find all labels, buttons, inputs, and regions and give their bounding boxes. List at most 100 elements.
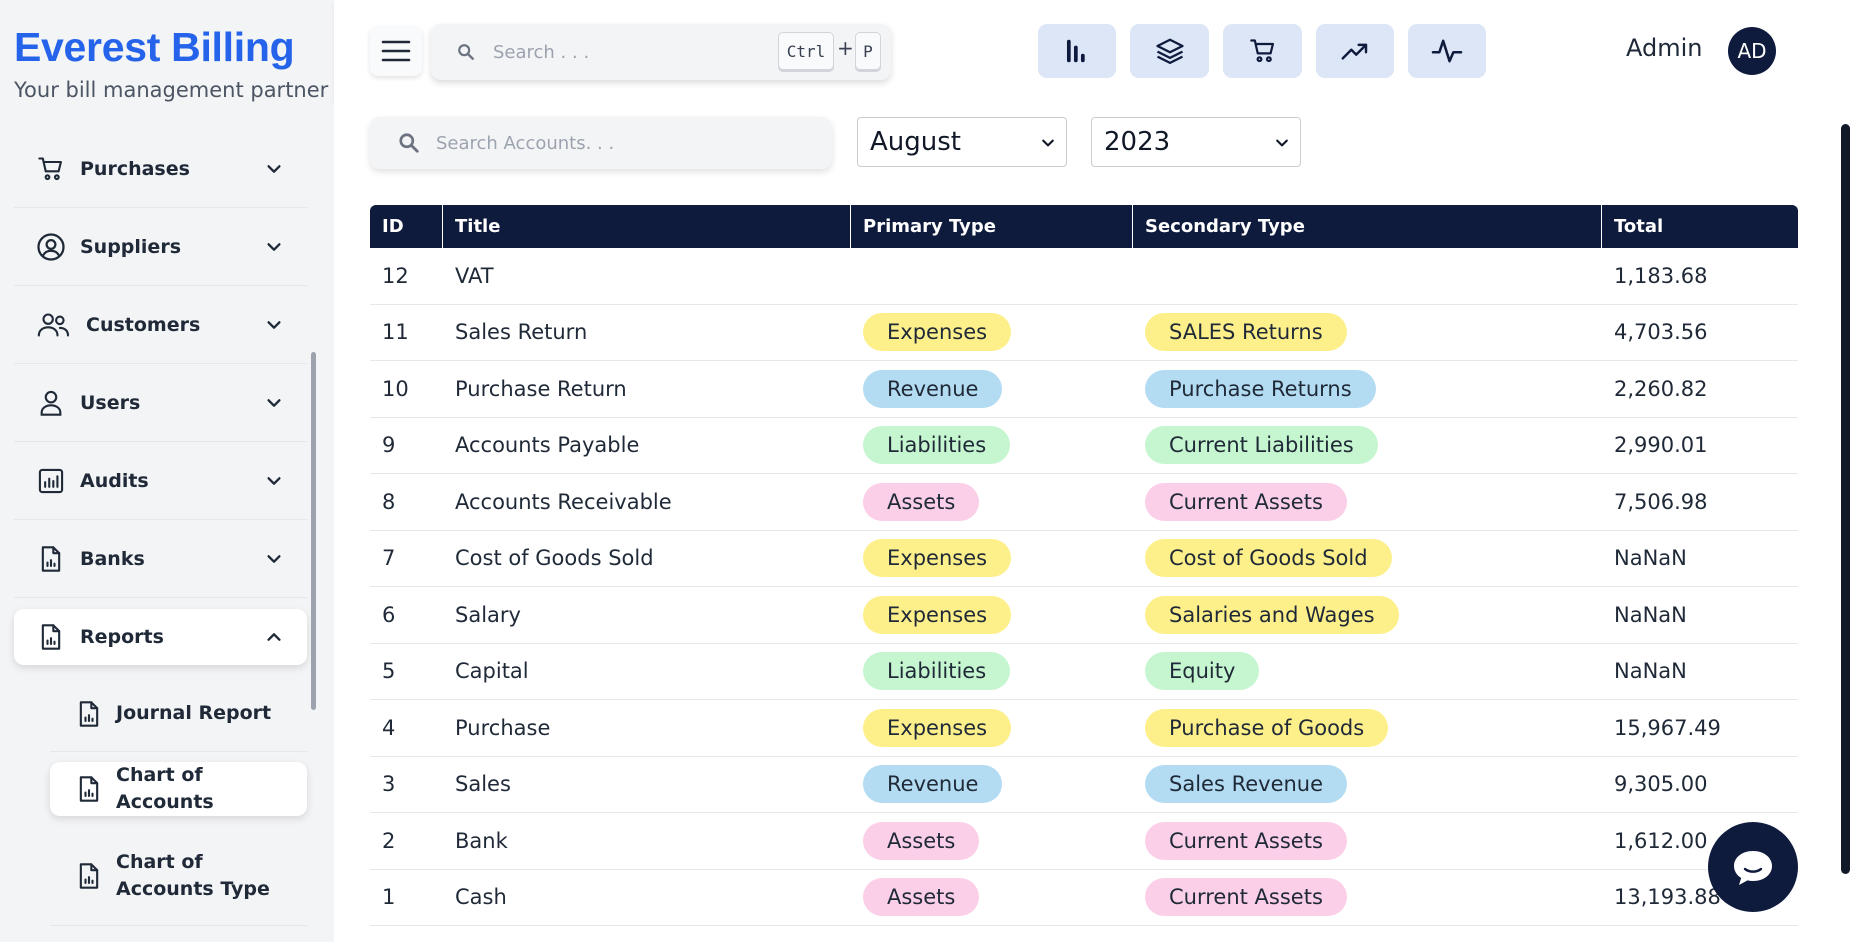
table-row[interactable]: 4 Purchase Expenses Purchase of Goods 15,967…	[370, 700, 1798, 757]
cell-secondary-type-badge: Cost of Goods Sold	[1145, 539, 1392, 578]
cell-primary-type-badge: Liabilities	[863, 426, 1011, 465]
avatar[interactable]: AD	[1728, 27, 1776, 75]
cell-total: NaNaN	[1614, 659, 1687, 684]
month-select-value: August	[870, 127, 961, 157]
column-header-id[interactable]: ID	[370, 205, 443, 248]
accounts-search-input[interactable]: Search Accounts. . .	[370, 117, 832, 169]
cell-secondary-type-badge: Current Assets	[1145, 878, 1347, 917]
cell-title: Cash	[455, 885, 507, 910]
cell-primary-type: Assets	[851, 870, 1133, 926]
cell-secondary-type-badge: Current Liabilities	[1145, 426, 1378, 465]
table-row[interactable]: 11 Sales Return Expenses SALES Returns 4,703…	[370, 305, 1798, 361]
chat-button[interactable]	[1708, 822, 1798, 912]
table-row[interactable]: 10 Purchase Return Revenue Purchase Returns…	[370, 361, 1798, 418]
global-search-input[interactable]: Search . . . Ctrl + P	[431, 24, 891, 80]
cell-title: Accounts Receivable	[455, 489, 672, 514]
cell-total: 2,990.01	[1614, 433, 1708, 458]
table-header: ID Title Primary Type Secondary Type Tot…	[370, 205, 1798, 248]
month-select[interactable]: August	[857, 117, 1067, 167]
top-header: Search . . . Ctrl + P Admin AD	[334, 0, 1852, 102]
cell-secondary-type-badge: Sales Revenue	[1145, 765, 1348, 804]
brand-title[interactable]: Everest Billing	[14, 24, 295, 71]
sidebar-item-reports[interactable]: Reports	[14, 609, 307, 665]
user-name[interactable]: Admin	[1626, 34, 1703, 62]
sidebar-subitem-label: Journal Report	[116, 702, 272, 724]
main-scrollbar[interactable]	[1841, 124, 1850, 874]
bar-chart-icon	[1066, 39, 1085, 63]
chevron-down-icon	[267, 242, 281, 251]
sidebar-item-customers[interactable]: Customers	[14, 286, 307, 364]
column-header-primary-type[interactable]: Primary Type	[851, 205, 1133, 248]
header-quick-actions	[1038, 24, 1486, 78]
cell-total: 15,967.49	[1614, 715, 1721, 740]
trends-button[interactable]	[1316, 24, 1394, 78]
chevron-down-icon	[267, 164, 281, 173]
sidebar-item-suppliers[interactable]: Suppliers	[14, 208, 307, 286]
users-icon	[36, 310, 72, 340]
dashboard-button[interactable]	[1038, 24, 1116, 78]
sidebar-item-users[interactable]: Users	[14, 364, 307, 442]
cell-total: 4,703.56	[1614, 320, 1708, 345]
shortcut-plus: +	[837, 36, 854, 60]
sidebar-subitem-chart-of-accounts-type[interactable]: Chart of Accounts Type	[50, 826, 307, 926]
cell-primary-type: Expenses	[851, 531, 1133, 587]
sidebar-item-purchases[interactable]: Purchases	[14, 130, 307, 208]
activity-button[interactable]	[1408, 24, 1486, 78]
cell-title: Purchase	[455, 715, 551, 740]
column-header-secondary-type[interactable]: Secondary Type	[1133, 205, 1602, 248]
cell-title: Accounts Payable	[455, 433, 640, 458]
table-row[interactable]: 5 Capital Liabilities Equity NaNaN	[370, 644, 1798, 700]
column-header-title[interactable]: Title	[443, 205, 851, 248]
cell-total: NaNaN	[1614, 546, 1687, 571]
cell-secondary-type: Current Liabilities	[1133, 418, 1602, 474]
column-header-total[interactable]: Total	[1602, 205, 1798, 248]
sidebar-item-label: Suppliers	[80, 235, 182, 258]
cell-primary-type-badge: Revenue	[863, 765, 1003, 804]
table-row[interactable]: 8 Accounts Receivable Assets Current Assets…	[370, 474, 1798, 531]
sidebar-item-audits[interactable]: Audits	[14, 442, 307, 520]
cell-title: Purchase Return	[455, 376, 627, 401]
user-circle-icon	[36, 232, 66, 262]
sidebar-item-banks[interactable]: Banks	[14, 520, 307, 598]
table-row[interactable]: 3 Sales Revenue Sales Revenue 9,305.00	[370, 757, 1798, 813]
table-row[interactable]: 12 VAT 1,183.68	[370, 248, 1798, 305]
sidebar-item-label: Reports	[80, 626, 164, 648]
year-select[interactable]: 2023	[1091, 117, 1301, 167]
cell-id: 7	[382, 546, 396, 571]
chevron-up-icon	[267, 633, 281, 641]
table-body: 12 VAT 1,183.68 11 Sales Return Expenses SALES…	[370, 248, 1798, 926]
cell-id: 4	[382, 715, 396, 740]
cell-secondary-type-badge: SALES Returns	[1145, 313, 1347, 352]
cell-primary-type: Liabilities	[851, 418, 1133, 474]
cell-total: 2,260.82	[1614, 376, 1708, 401]
accounts-search-placeholder: Search Accounts. . .	[436, 132, 615, 154]
cell-total: NaNaN	[1614, 602, 1687, 627]
cell-secondary-type: Current Assets	[1133, 474, 1602, 530]
cart-button[interactable]	[1223, 24, 1302, 78]
cell-secondary-type-badge: Current Assets	[1145, 821, 1347, 860]
main-content: Search Accounts. . . August 2023 ID Titl…	[334, 102, 1852, 942]
cell-secondary-type-badge: Equity	[1145, 652, 1260, 691]
hamburger-icon	[381, 40, 411, 62]
report-file-icon	[76, 862, 102, 890]
table-row[interactable]: 1 Cash Assets Current Assets 13,193.88	[370, 870, 1798, 926]
cell-secondary-type: SALES Returns	[1133, 305, 1602, 361]
cell-title: Capital	[455, 659, 529, 684]
menu-toggle-button[interactable]	[370, 26, 422, 76]
cell-title: Cost of Goods Sold	[455, 546, 654, 571]
accounts-table: ID Title Primary Type Secondary Type Tot…	[370, 205, 1798, 926]
cell-secondary-type: Cost of Goods Sold	[1133, 531, 1602, 587]
sidebar-subitem-journal-report[interactable]: Journal Report	[50, 676, 307, 752]
chevron-down-icon	[267, 398, 281, 407]
table-row[interactable]: 9 Accounts Payable Liabilities Current Liab…	[370, 418, 1798, 474]
table-row[interactable]: 6 Salary Expenses Salaries and Wages NaNaN	[370, 587, 1798, 644]
sidebar-scrollbar[interactable]	[311, 352, 316, 710]
layers-button[interactable]	[1130, 24, 1209, 78]
table-row[interactable]: 7 Cost of Goods Sold Expenses Cost of Goods…	[370, 531, 1798, 587]
sidebar-subitem-label: Chart of Accounts Type	[116, 850, 270, 900]
table-row[interactable]: 2 Bank Assets Current Assets 1,612.00	[370, 813, 1798, 870]
report-file-icon	[36, 544, 66, 574]
cell-total: 7,506.98	[1614, 489, 1708, 514]
cell-id: 6	[382, 602, 396, 627]
sidebar-subitem-chart-of-accounts[interactable]: Chart of Accounts	[50, 762, 307, 816]
